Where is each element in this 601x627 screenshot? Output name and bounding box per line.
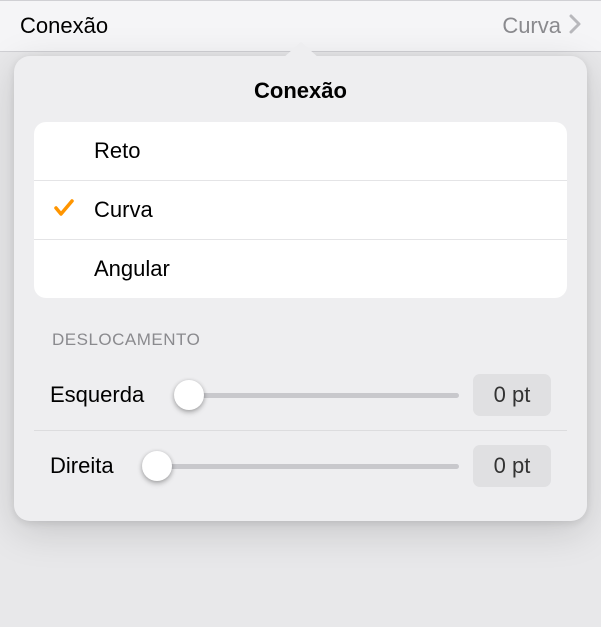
- offset-right-label: Direita: [50, 453, 128, 479]
- offset-left-row: Esquerda 0 pt: [34, 360, 567, 431]
- popover-title: Conexão: [14, 56, 587, 122]
- offset-left-slider[interactable]: [174, 380, 459, 410]
- check-column: [54, 199, 94, 222]
- option-label: Curva: [94, 197, 153, 223]
- offset-right-value[interactable]: 0 pt: [473, 445, 551, 487]
- slider-thumb-icon[interactable]: [142, 451, 172, 481]
- offset-slider-section: Esquerda 0 pt Direita 0 pt: [34, 360, 567, 501]
- option-reto[interactable]: Reto: [34, 122, 567, 181]
- offset-right-slider[interactable]: [142, 451, 459, 481]
- offset-right-row: Direita 0 pt: [34, 431, 567, 501]
- option-angular[interactable]: Angular: [34, 240, 567, 298]
- slider-track-bg: [174, 393, 459, 398]
- chevron-right-icon: [569, 14, 581, 39]
- parent-value-group: Curva: [502, 13, 581, 39]
- parent-label: Conexão: [20, 13, 108, 39]
- connection-popover: Conexão Reto Curva Angular Deslocamento: [14, 56, 587, 521]
- offset-left-value[interactable]: 0 pt: [473, 374, 551, 416]
- slider-track-bg: [142, 464, 459, 469]
- offset-left-label: Esquerda: [50, 382, 160, 408]
- option-label: Reto: [94, 138, 140, 164]
- checkmark-icon: [54, 199, 74, 222]
- parent-value: Curva: [502, 13, 561, 39]
- slider-thumb-icon[interactable]: [174, 380, 204, 410]
- offset-section-header: Deslocamento: [52, 330, 549, 350]
- option-label: Angular: [94, 256, 170, 282]
- connection-option-list: Reto Curva Angular: [34, 122, 567, 298]
- popover-arrow-icon: [283, 42, 319, 58]
- option-curva[interactable]: Curva: [34, 181, 567, 240]
